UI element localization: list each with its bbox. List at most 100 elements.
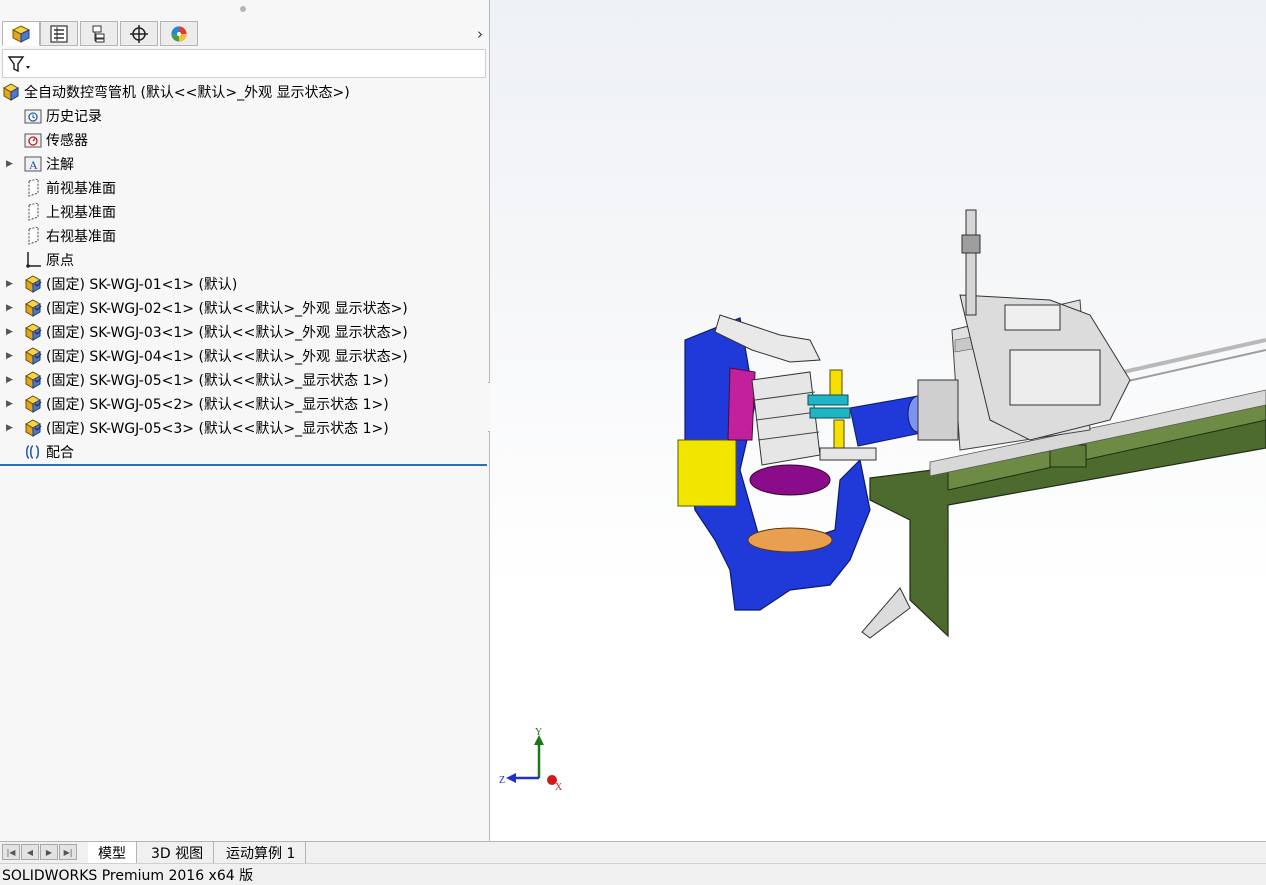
guide-rail bbox=[1109, 338, 1266, 377]
tab-3d-view[interactable]: 3D 视图 bbox=[141, 842, 215, 863]
tree-end-separator bbox=[0, 464, 487, 466]
tree-node[interactable]: 传感器 bbox=[24, 129, 88, 151]
origin-icon bbox=[24, 251, 42, 269]
support-leg bbox=[861, 587, 911, 639]
tree-node-label: (固定) SK-WGJ-05<1> (默认<<默认>_显示状态 1>) bbox=[46, 373, 389, 389]
subassembly-icon bbox=[24, 275, 42, 293]
annotation-icon: A bbox=[24, 155, 42, 173]
last-tab-button[interactable]: ▶| bbox=[59, 844, 77, 860]
plane-icon bbox=[24, 227, 42, 245]
tab-motion-study[interactable]: 运动算例 1 bbox=[216, 842, 307, 863]
expand-arrow-icon[interactable]: ▶ bbox=[6, 375, 14, 385]
first-tab-button[interactable]: |◀ bbox=[2, 844, 20, 860]
tab-feature-manager[interactable] bbox=[2, 21, 40, 46]
tab-model[interactable]: 模型 bbox=[88, 842, 137, 863]
tab-dimxpert-manager[interactable] bbox=[120, 21, 158, 46]
tree-node-label: (固定) SK-WGJ-03<1> (默认<<默认>_外观 显示状态>) bbox=[46, 325, 408, 341]
tree-node[interactable]: 配合 bbox=[24, 441, 74, 463]
tree-node-label: 历史记录 bbox=[46, 109, 102, 125]
tree-node-label: (固定) SK-WGJ-01<1> (默认) bbox=[46, 277, 238, 293]
tree-node-label: (固定) SK-WGJ-05<2> (默认<<默认>_显示状态 1>) bbox=[46, 397, 389, 413]
expand-arrow-icon[interactable]: ▶ bbox=[6, 423, 14, 433]
tree-node[interactable]: 右视基准面 bbox=[24, 225, 116, 247]
expand-arrow-icon[interactable]: ▶ bbox=[6, 327, 14, 337]
assembly-icon bbox=[2, 83, 20, 101]
tree-node[interactable]: 全自动数控弯管机 (默认<<默认>_外观 显示状态>) bbox=[2, 81, 350, 103]
filter-bar[interactable] bbox=[2, 49, 486, 78]
mates-icon bbox=[24, 443, 42, 461]
expand-arrow-icon[interactable]: ▶ bbox=[6, 303, 14, 313]
expand-arrow-icon[interactable]: ▶ bbox=[6, 351, 14, 361]
motor-body bbox=[1009, 349, 1101, 406]
subassembly-icon bbox=[24, 419, 42, 437]
manager-tabs: › bbox=[0, 21, 489, 47]
sensor-icon bbox=[24, 131, 42, 149]
yellow-pin-top bbox=[829, 369, 843, 396]
subassembly-icon bbox=[24, 371, 42, 389]
tree-node[interactable]: ▶ (固定) SK-WGJ-04<1> (默认<<默认>_外观 显示状态>) bbox=[6, 345, 408, 367]
sensor-head bbox=[961, 234, 981, 254]
expand-arrow-icon[interactable]: ▶ bbox=[6, 279, 14, 289]
subassembly-icon bbox=[24, 323, 42, 341]
subassembly-icon bbox=[24, 395, 42, 413]
sensor-rod bbox=[965, 209, 977, 316]
tree-node[interactable]: ▶ (固定) SK-WGJ-05<2> (默认<<默认>_显示状态 1>) bbox=[6, 393, 389, 415]
tree-node-label: 传感器 bbox=[46, 133, 88, 149]
base-plate bbox=[819, 447, 877, 461]
cyan-clamp-1 bbox=[807, 394, 849, 406]
feature-manager-panel: › 全自动数控弯管机 (默认<<默认>_外观 显示状态>) 历史记录 传感器 ▶ A 注解… bbox=[0, 0, 489, 841]
cyan-clamp-2 bbox=[809, 407, 851, 419]
cad-model-view: Y Z X bbox=[499, 209, 1266, 793]
status-text: SOLIDWORKS Premium 2016 x64 版 bbox=[2, 867, 254, 884]
tree-node-label: 配合 bbox=[46, 445, 74, 461]
triad-y-label: Y bbox=[535, 727, 542, 738]
crosshair-icon bbox=[130, 24, 148, 43]
tree-node-label: 全自动数控弯管机 (默认<<默认>_外观 显示状态>) bbox=[24, 85, 350, 101]
plane-icon bbox=[24, 179, 42, 197]
bearing-ring bbox=[747, 527, 833, 553]
tree-node-label: 原点 bbox=[46, 253, 74, 269]
rotary-hub bbox=[749, 464, 831, 496]
tree-node[interactable]: ▶ (固定) SK-WGJ-03<1> (默认<<默认>_外观 显示状态>) bbox=[6, 321, 408, 343]
graphics-viewport[interactable]: Y Z X bbox=[490, 0, 1266, 841]
tree-node[interactable]: ▶ (固定) SK-WGJ-02<1> (默认<<默认>_外观 显示状态>) bbox=[6, 297, 408, 319]
prev-tab-button[interactable]: ◀ bbox=[21, 844, 39, 860]
expand-arrow-icon[interactable]: ▶ bbox=[6, 159, 14, 169]
reference-triad: Y Z X bbox=[499, 727, 563, 793]
property-manager-icon bbox=[50, 24, 68, 43]
magenta-block bbox=[727, 367, 756, 441]
tree-node[interactable]: ▶ (固定) SK-WGJ-01<1> (默认) bbox=[6, 273, 238, 295]
triad-x-label: X bbox=[555, 782, 563, 793]
tree-node[interactable]: ▶ (固定) SK-WGJ-05<1> (默认<<默认>_显示状态 1>) bbox=[6, 369, 389, 391]
tree-node-label: (固定) SK-WGJ-05<3> (默认<<默认>_显示状态 1>) bbox=[46, 421, 389, 437]
tree-node[interactable]: ▶ A 注解 bbox=[6, 153, 74, 175]
tree-node[interactable]: 原点 bbox=[24, 249, 74, 271]
next-tab-button[interactable]: ▶ bbox=[40, 844, 58, 860]
subassembly-icon bbox=[24, 299, 42, 317]
guide-rail-lower bbox=[1109, 349, 1266, 386]
tree-node-label: 前视基准面 bbox=[46, 181, 116, 197]
yellow-pin-lower bbox=[833, 419, 845, 453]
filter-icon[interactable] bbox=[7, 55, 33, 73]
tree-node[interactable]: 前视基准面 bbox=[24, 177, 116, 199]
configuration-manager-icon bbox=[92, 25, 105, 42]
tree-node[interactable]: 历史记录 bbox=[24, 105, 102, 127]
feature-manager-icon bbox=[11, 24, 31, 43]
expand-arrow-icon[interactable]: ▶ bbox=[6, 399, 14, 409]
chevron-right-icon[interactable]: › bbox=[477, 25, 483, 43]
yellow-panel bbox=[677, 439, 737, 507]
tab-display-manager[interactable] bbox=[160, 21, 198, 46]
tree-node[interactable]: 上视基准面 bbox=[24, 201, 116, 223]
panel-grip[interactable] bbox=[240, 6, 246, 12]
triad-z-label: Z bbox=[499, 775, 505, 786]
tab-configuration-manager[interactable] bbox=[80, 21, 118, 46]
display-manager-icon bbox=[171, 26, 187, 41]
tree-node[interactable]: ▶ (固定) SK-WGJ-05<3> (默认<<默认>_显示状态 1>) bbox=[6, 417, 389, 439]
tree-node-label: (固定) SK-WGJ-02<1> (默认<<默认>_外观 显示状态>) bbox=[46, 301, 408, 317]
tree-node-label: 上视基准面 bbox=[46, 205, 116, 221]
subassembly-icon bbox=[24, 347, 42, 365]
bottom-tab-bar: |◀ ◀ ▶ ▶| 模型 3D 视图 运动算例 1 bbox=[0, 841, 1266, 863]
tree-node-label: 右视基准面 bbox=[46, 229, 116, 245]
tree-node-label: (固定) SK-WGJ-04<1> (默认<<默认>_外观 显示状态>) bbox=[46, 349, 408, 365]
tab-property-manager[interactable] bbox=[40, 21, 78, 46]
